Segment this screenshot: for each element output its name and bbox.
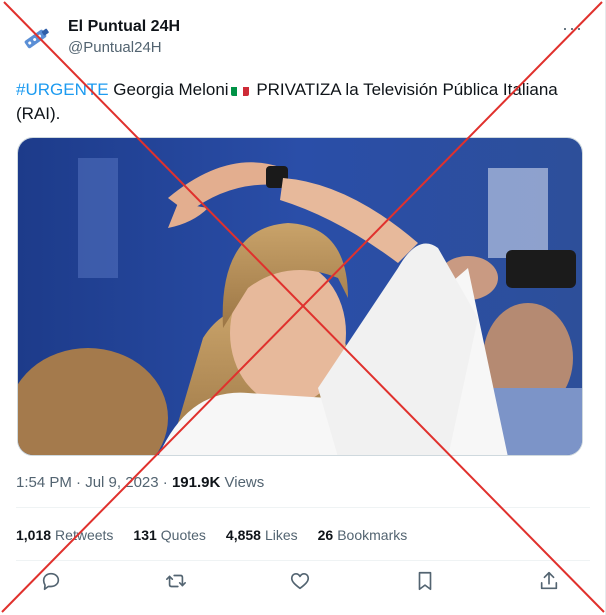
quotes-stat[interactable]: 131 Quotes <box>133 527 206 543</box>
tweet-text: #URGENTE Georgia Meloni PRIVATIZA la Tel… <box>16 78 576 126</box>
bookmark-icon[interactable] <box>414 570 436 597</box>
action-bar <box>40 570 560 597</box>
retweet-icon[interactable] <box>165 570 187 597</box>
tweet-time[interactable]: 1:54 PM <box>16 474 72 491</box>
avatar[interactable] <box>16 18 56 58</box>
tweet-text-part1: Georgia Meloni <box>108 80 229 99</box>
views-label: Views <box>224 474 265 491</box>
more-options-icon[interactable]: ··· <box>562 18 583 39</box>
divider <box>16 560 590 561</box>
author-handle[interactable]: @Puntual24H <box>68 39 162 56</box>
divider <box>16 507 590 508</box>
retweets-stat[interactable]: 1,018 Retweets <box>16 527 113 543</box>
tweet-date[interactable]: Jul 9, 2023 <box>85 474 158 491</box>
author-name[interactable]: El Puntual 24H <box>68 18 180 36</box>
italy-flag-icon <box>230 83 249 96</box>
share-icon[interactable] <box>538 570 560 597</box>
bookmarks-stat[interactable]: 26 Bookmarks <box>318 527 408 543</box>
reply-icon[interactable] <box>40 570 62 597</box>
likes-stat[interactable]: 4,858 Likes <box>226 527 298 543</box>
tweet-meta: 1:54 PM · Jul 9, 2023 · 191.9K Views <box>16 474 264 491</box>
meta-separator: · <box>71 474 86 491</box>
engagement-stats: 1,018 Retweets 131 Quotes 4,858 Likes 26 Boo… <box>16 527 407 543</box>
hashtag-link[interactable]: #URGENTE <box>16 80 109 99</box>
meta-separator: · <box>158 474 172 491</box>
views-count: 191.9K <box>171 474 221 491</box>
heart-icon[interactable] <box>289 570 311 597</box>
tweet-photo[interactable] <box>17 137 583 456</box>
tweet-card: El Puntual 24H @Puntual24H ··· #URGENTE … <box>0 0 606 615</box>
